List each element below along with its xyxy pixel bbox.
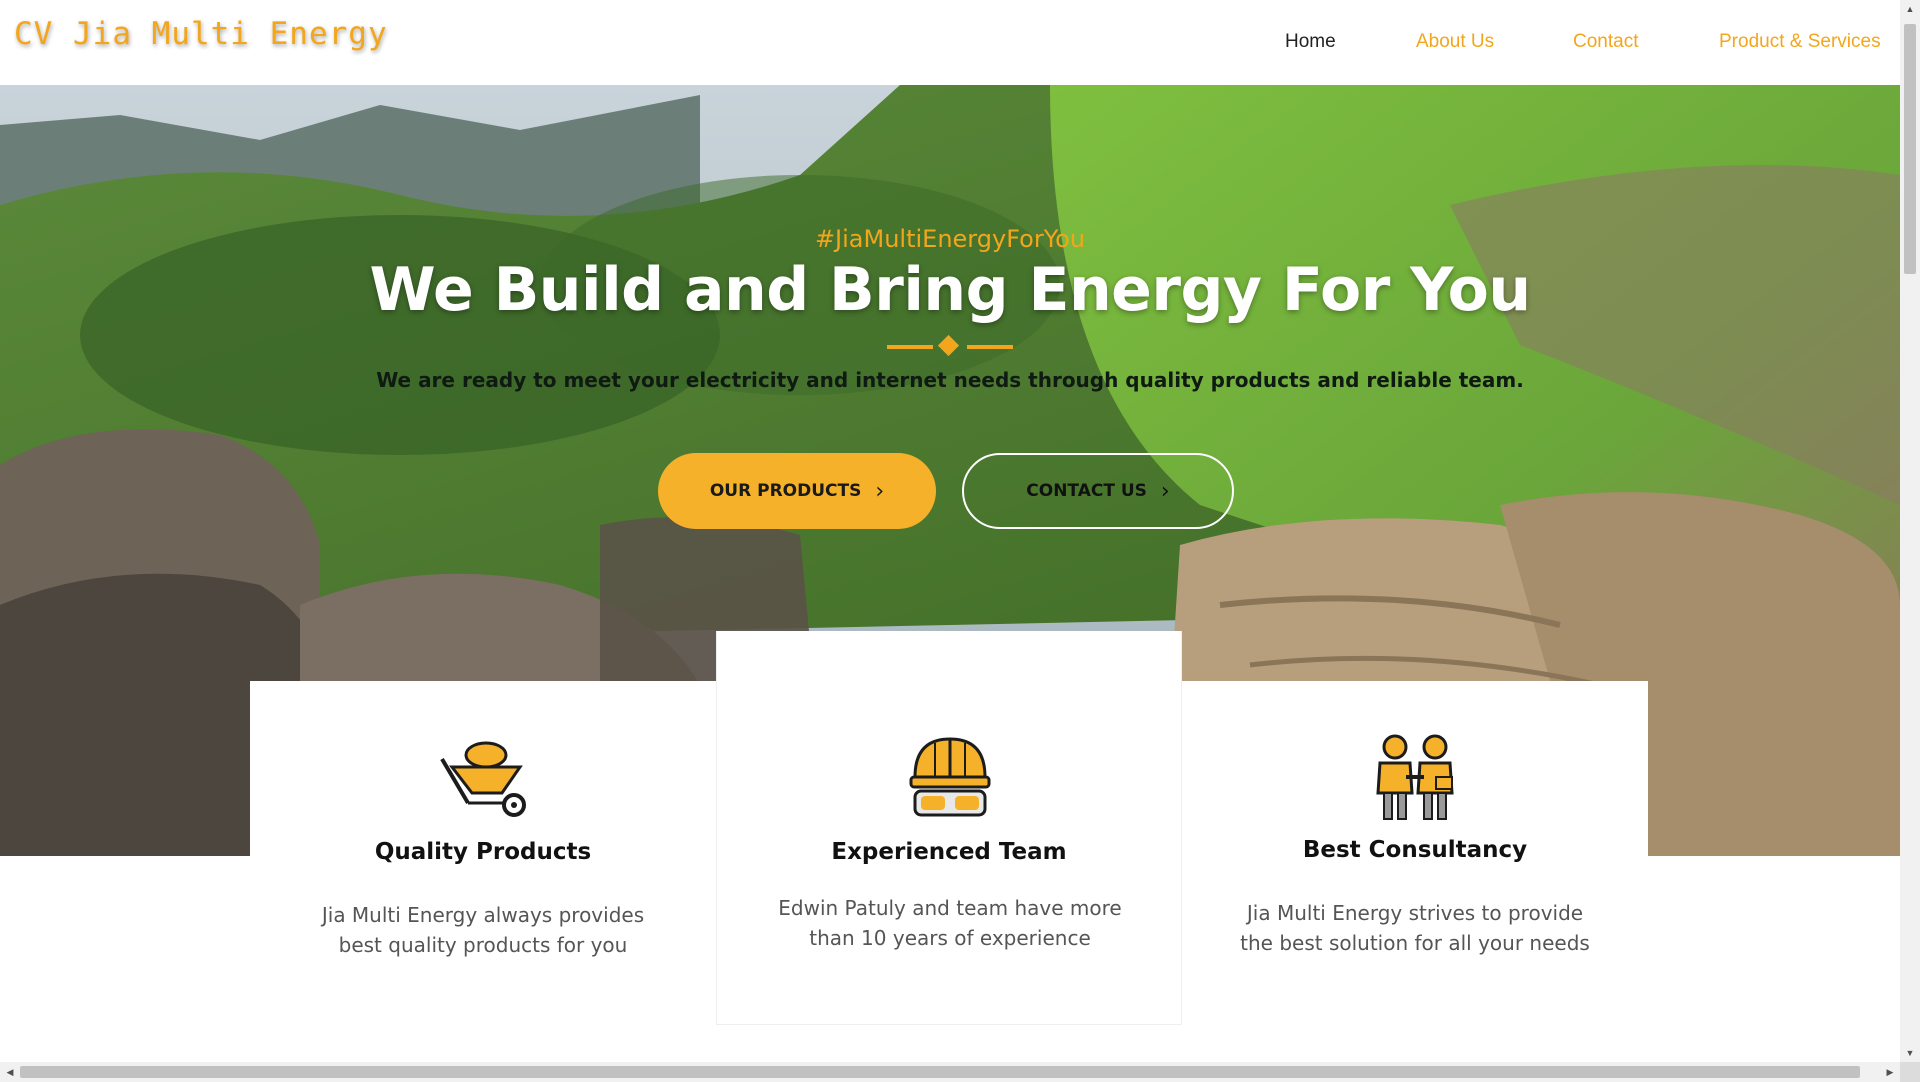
our-products-button[interactable]: OUR PRODUCTS ›: [658, 453, 936, 529]
hero-tagline: #JiaMultiEnergyForYou: [814, 225, 1086, 253]
handshake-people-icon: [1376, 734, 1454, 820]
feature-text-consultancy: Jia Multi Energy strives to provide the …: [1240, 901, 1590, 955]
feature-title-consultancy: Best Consultancy: [1302, 837, 1528, 863]
scroll-left-arrow-icon[interactable]: ◀: [0, 1062, 20, 1082]
vertical-scroll-thumb[interactable]: [1904, 24, 1916, 274]
wheelbarrow-icon: [440, 741, 526, 817]
nav-product-services[interactable]: Product & Services: [1719, 31, 1881, 53]
scroll-up-arrow-icon[interactable]: ▲: [1900, 0, 1920, 18]
horizontal-scroll-thumb[interactable]: [20, 1066, 1860, 1078]
feature-card-quality: Quality Products: [250, 681, 716, 881]
our-products-label: OUR PRODUCTS: [709, 481, 862, 501]
scrollbar-corner: [1900, 1062, 1920, 1082]
hero-divider: [887, 334, 1013, 357]
chevron-right-icon: ›: [1160, 478, 1170, 504]
contact-us-button[interactable]: CONTACT US ›: [962, 453, 1234, 529]
vertical-scrollbar[interactable]: ▲ ▼: [1900, 0, 1920, 1062]
feature-title-quality: Quality Products: [374, 839, 592, 865]
scroll-down-arrow-icon[interactable]: ▼: [1900, 1044, 1920, 1062]
feature-text-team: Edwin Patuly and team have more than 10 …: [778, 896, 1122, 950]
nav-about-us[interactable]: About Us: [1416, 31, 1494, 53]
feature-text-quality: Jia Multi Energy always provides best qu…: [321, 903, 645, 957]
diamond-icon: [937, 334, 960, 357]
feature-card-team: Experienced Team Edwin Patuly and team h…: [716, 631, 1182, 1025]
contact-us-label: CONTACT US: [1026, 481, 1147, 501]
hero-subline: We are ready to meet your electricity an…: [376, 368, 1524, 392]
site-header: CV Jia Multi Energy Home About Us Contac…: [0, 0, 1900, 85]
scroll-right-arrow-icon[interactable]: ▶: [1880, 1062, 1900, 1082]
hero-headline: We Build and Bring Energy For You: [369, 255, 1531, 325]
nav-contact[interactable]: Contact: [1573, 31, 1638, 53]
chevron-right-icon: ›: [875, 478, 885, 504]
feature-card-consultancy: Best Consultancy: [1182, 681, 1648, 881]
nav-home[interactable]: Home: [1285, 31, 1336, 53]
horizontal-scrollbar[interactable]: ◀ ▶: [0, 1062, 1900, 1082]
feature-title-team: Experienced Team: [831, 839, 1067, 865]
hard-hat-goggles-icon: [909, 737, 991, 817]
main-nav: Home About Us Contact Product & Services: [0, 31, 1900, 61]
